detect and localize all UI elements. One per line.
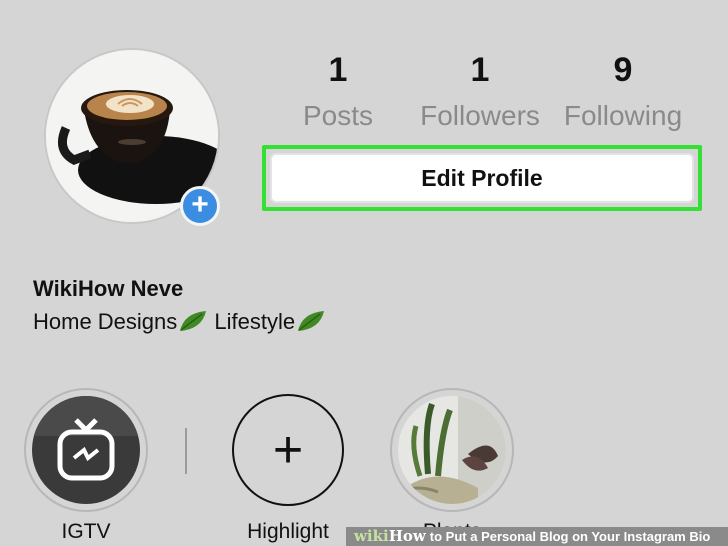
bio-text: Home Designs <box>33 309 178 334</box>
edit-profile-highlight-box: Edit Profile <box>262 145 702 211</box>
leaf-icon <box>178 309 208 339</box>
highlight-ring[interactable] <box>24 388 148 512</box>
highlight-igtv[interactable]: IGTV <box>24 388 148 544</box>
highlight-label: IGTV <box>61 520 111 543</box>
leaf-icon <box>296 309 326 339</box>
bio-text-2: Lifestyle <box>214 309 296 334</box>
edit-profile-button[interactable]: Edit Profile <box>270 153 694 203</box>
wikihow-watermark: wikiHow to Put a Personal Blog on Your In… <box>346 527 728 546</box>
posts-count: 1 <box>328 51 348 89</box>
posts-label: Posts <box>302 100 374 131</box>
add-photo-icon[interactable]: + <box>180 186 220 226</box>
highlights-divider <box>185 428 187 474</box>
profile-avatar[interactable]: + <box>44 48 220 226</box>
following-count: 9 <box>613 51 633 89</box>
watermark-title: to Put a Personal Blog on Your Instagram… <box>429 529 711 544</box>
followers-count: 1 <box>470 51 490 89</box>
plants-cover <box>398 396 506 504</box>
highlight-ring[interactable] <box>390 388 514 512</box>
watermark-brand-a: wiki <box>354 527 389 545</box>
highlight-label: Highlight <box>247 520 329 543</box>
stat-posts[interactable]: 1 Posts <box>263 50 413 136</box>
highlight-ring[interactable]: + <box>226 388 350 512</box>
highlight-plants[interactable]: Plants <box>390 388 514 544</box>
stat-following[interactable]: 9 Following <box>548 50 698 136</box>
followers-label: Followers <box>420 100 540 131</box>
plus-icon[interactable]: + <box>232 394 344 506</box>
stat-followers[interactable]: 1 Followers <box>405 50 555 136</box>
following-label: Following <box>563 100 683 131</box>
profile-name: WikiHow Neve <box>33 276 184 301</box>
profile-bio: Home Designs Lifestyle <box>33 309 326 339</box>
watermark-brand-b: How <box>388 527 426 545</box>
highlight-new[interactable]: + Highlight <box>226 388 350 544</box>
igtv-cover <box>32 396 140 504</box>
